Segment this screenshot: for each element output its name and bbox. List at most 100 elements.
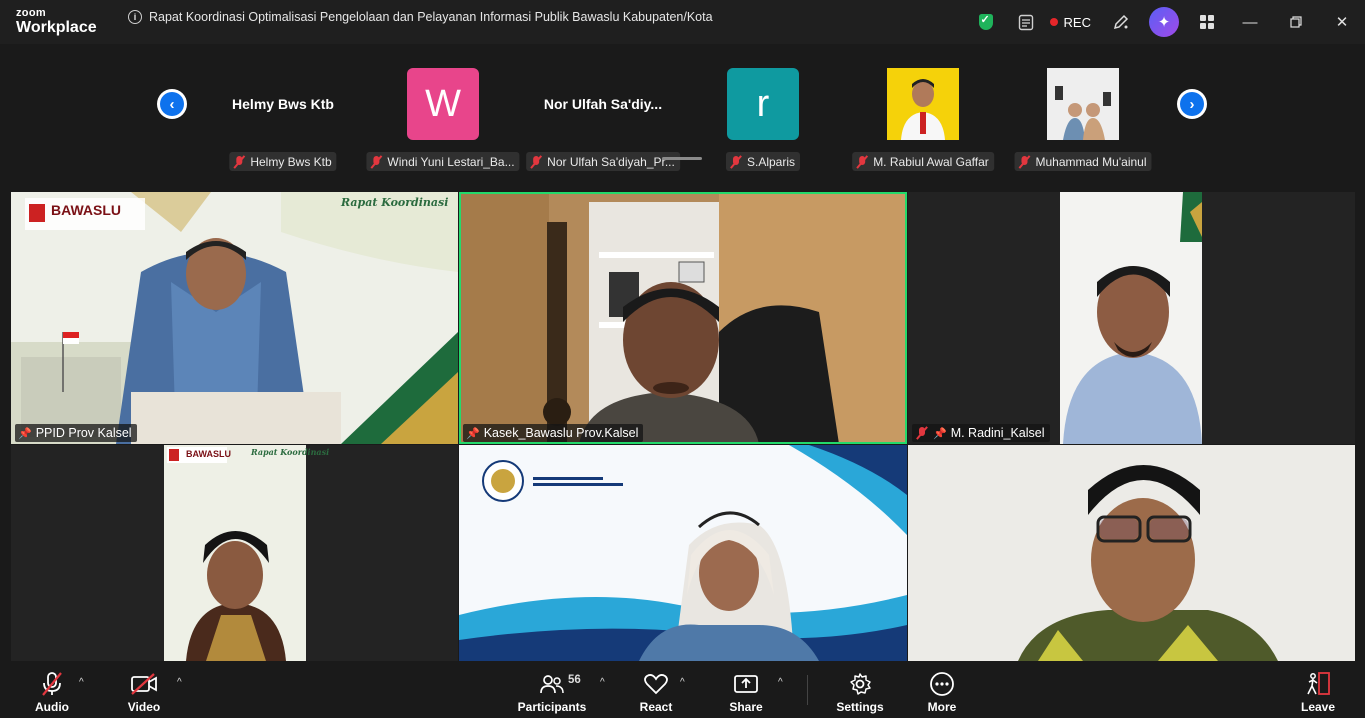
heart-icon — [643, 671, 669, 697]
participant-photo — [1047, 68, 1119, 140]
zoom-logo: zoom Workplace — [16, 8, 97, 36]
more-button[interactable]: More — [922, 661, 962, 718]
video-tile[interactable]: BAWASLU Rapat Koordinasi — [11, 445, 458, 661]
minimize-icon[interactable]: — — [1227, 0, 1273, 44]
avatar: r — [727, 68, 799, 140]
title-bar: zoom Workplace i Rapat Koordinasi Optima… — [0, 0, 1365, 44]
mic-muted-icon — [855, 155, 869, 169]
brand-small: zoom — [16, 7, 46, 19]
close-icon[interactable]: ✕ — [1319, 0, 1365, 44]
chevron-left-icon: ‹ — [160, 92, 184, 116]
video-feed — [11, 192, 458, 444]
banner-title: Rapat Koordinasi — [251, 447, 330, 457]
settings-label: Settings — [836, 700, 884, 714]
react-button[interactable]: React — [636, 661, 676, 718]
video-feed — [459, 445, 907, 661]
strip-resize-handle[interactable] — [662, 157, 702, 160]
participants-icon — [539, 671, 565, 697]
strip-participant[interactable]: Muhammad Mu'ainul — [1003, 68, 1163, 178]
tile-label: 📌 Kasek_Bawaslu Prov.Kalsel — [463, 424, 644, 442]
gear-icon — [848, 671, 872, 697]
record-dot-icon — [1049, 18, 1058, 26]
strip-prev-button[interactable]: ‹ — [157, 89, 187, 119]
brand-large: Workplace — [16, 19, 97, 36]
strip-participant[interactable]: Helmy Bws Ktb Helmy Bws Ktb — [203, 68, 363, 178]
audio-options-caret-icon[interactable]: ^ — [79, 677, 84, 688]
video-feed — [11, 445, 458, 661]
share-button[interactable]: Share — [726, 661, 766, 718]
pin-icon: 📌 — [933, 427, 947, 440]
participant-name: Helmy Bws Ktb — [232, 96, 334, 112]
banner-org: BAWASLU — [51, 202, 121, 218]
video-tile[interactable]: 📌 M. Radini_Kalsel — [908, 192, 1355, 444]
pin-icon: 📌 — [466, 427, 480, 440]
video-feed — [459, 192, 907, 444]
notes-icon[interactable] — [1006, 0, 1046, 44]
video-button[interactable]: Video — [124, 661, 164, 718]
banner-title: Rapat Koordinasi — [341, 196, 449, 209]
strip-next-button[interactable]: › — [1177, 89, 1207, 119]
audio-button[interactable]: Audio — [32, 661, 72, 718]
ai-companion-icon[interactable]: ✦ — [1149, 7, 1179, 37]
share-screen-icon — [733, 671, 759, 697]
strip-participant[interactable]: Nor Ulfah Sa'diy... Nor Ulfah Sa'diyah_P… — [523, 68, 683, 178]
tile-label: 📌 PPID Prov Kalsel — [15, 424, 137, 442]
tile-label: 📌 M. Radini_Kalsel — [912, 424, 1050, 442]
participant-name: M. Radini_Kalsel — [950, 426, 1045, 440]
video-options-caret-icon[interactable]: ^ — [177, 677, 182, 688]
rec-label: REC — [1063, 14, 1091, 30]
participant-tag: Muhammad Mu'ainul — [1014, 152, 1152, 171]
encryption-shield-icon[interactable] — [966, 0, 1006, 44]
pin-icon: 📌 — [18, 427, 32, 440]
participant-strip: ‹ › Helmy Bws Ktb Helmy Bws Ktb W Windi … — [0, 44, 1365, 182]
video-grid: BAWASLU Rapat Koordinasi 📌 PPID Prov Kal… — [11, 192, 1355, 661]
video-tile[interactable] — [459, 445, 907, 661]
audio-label: Audio — [35, 700, 69, 714]
participant-tag-label: Helmy Bws Ktb — [250, 154, 332, 169]
video-off-icon — [130, 671, 158, 697]
meeting-title: Rapat Koordinasi Optimalisasi Pengelolaa… — [149, 10, 713, 24]
react-label: React — [639, 700, 673, 714]
meeting-info[interactable]: i Rapat Koordinasi Optimalisasi Pengelol… — [128, 10, 713, 24]
more-dots-icon — [929, 671, 955, 697]
mic-muted-icon — [232, 155, 246, 169]
participant-tag: S.Alparis — [725, 152, 801, 171]
participants-options-caret-icon[interactable]: ^ — [600, 677, 605, 688]
participant-tag: Windi Yuni Lestari_Ba... — [366, 152, 520, 171]
restore-icon[interactable] — [1273, 0, 1319, 44]
avatar: W — [407, 68, 479, 140]
video-label: Video — [127, 700, 161, 714]
react-options-caret-icon[interactable]: ^ — [680, 677, 685, 688]
participant-tag: Nor Ulfah Sa'diyah_Pr... — [526, 152, 680, 171]
share-options-caret-icon[interactable]: ^ — [778, 677, 783, 688]
leave-button[interactable]: Leave — [1298, 661, 1338, 718]
participants-button[interactable]: Participants — [518, 661, 586, 718]
info-icon[interactable]: i — [128, 10, 142, 24]
participant-tag-label: Muhammad Mu'ainul — [1035, 154, 1147, 169]
leave-label: Leave — [1300, 700, 1336, 714]
video-tile[interactable]: BAWASLU Rapat Koordinasi 📌 PPID Prov Kal… — [11, 192, 458, 444]
mic-muted-icon — [729, 155, 743, 169]
recording-indicator[interactable]: REC — [1046, 15, 1101, 30]
participants-label: Participants — [517, 700, 587, 714]
apps-grid-icon[interactable] — [1187, 0, 1227, 44]
participant-tag-label: M. Rabiul Awal Gaffar — [873, 154, 989, 169]
participant-photo — [887, 68, 959, 140]
participant-name: Kasek_Bawaslu Prov.Kalsel — [483, 426, 639, 440]
video-tile[interactable] — [908, 445, 1355, 661]
participants-count: 56 — [568, 674, 581, 686]
leave-door-icon — [1305, 671, 1331, 697]
settings-button[interactable]: Settings — [834, 661, 886, 718]
video-feed — [908, 192, 1355, 444]
meeting-toolbar: Audio ^ Video ^ Participants 56 ^ React … — [0, 661, 1365, 718]
mic-muted-icon — [1017, 155, 1031, 169]
video-tile-active-speaker[interactable]: 📌 Kasek_Bawaslu Prov.Kalsel — [459, 192, 907, 444]
strip-participant[interactable]: r S.Alparis — [683, 68, 843, 178]
strip-participant[interactable]: W Windi Yuni Lestari_Ba... — [363, 68, 523, 178]
annotate-pen-icon[interactable] — [1101, 0, 1141, 44]
share-label: Share — [729, 700, 763, 714]
strip-participant[interactable]: M. Rabiul Awal Gaffar — [843, 68, 1003, 178]
participant-name: PPID Prov Kalsel — [35, 426, 132, 440]
participant-tag: Helmy Bws Ktb — [229, 152, 337, 171]
participant-tag-label: Windi Yuni Lestari_Ba... — [387, 154, 515, 169]
